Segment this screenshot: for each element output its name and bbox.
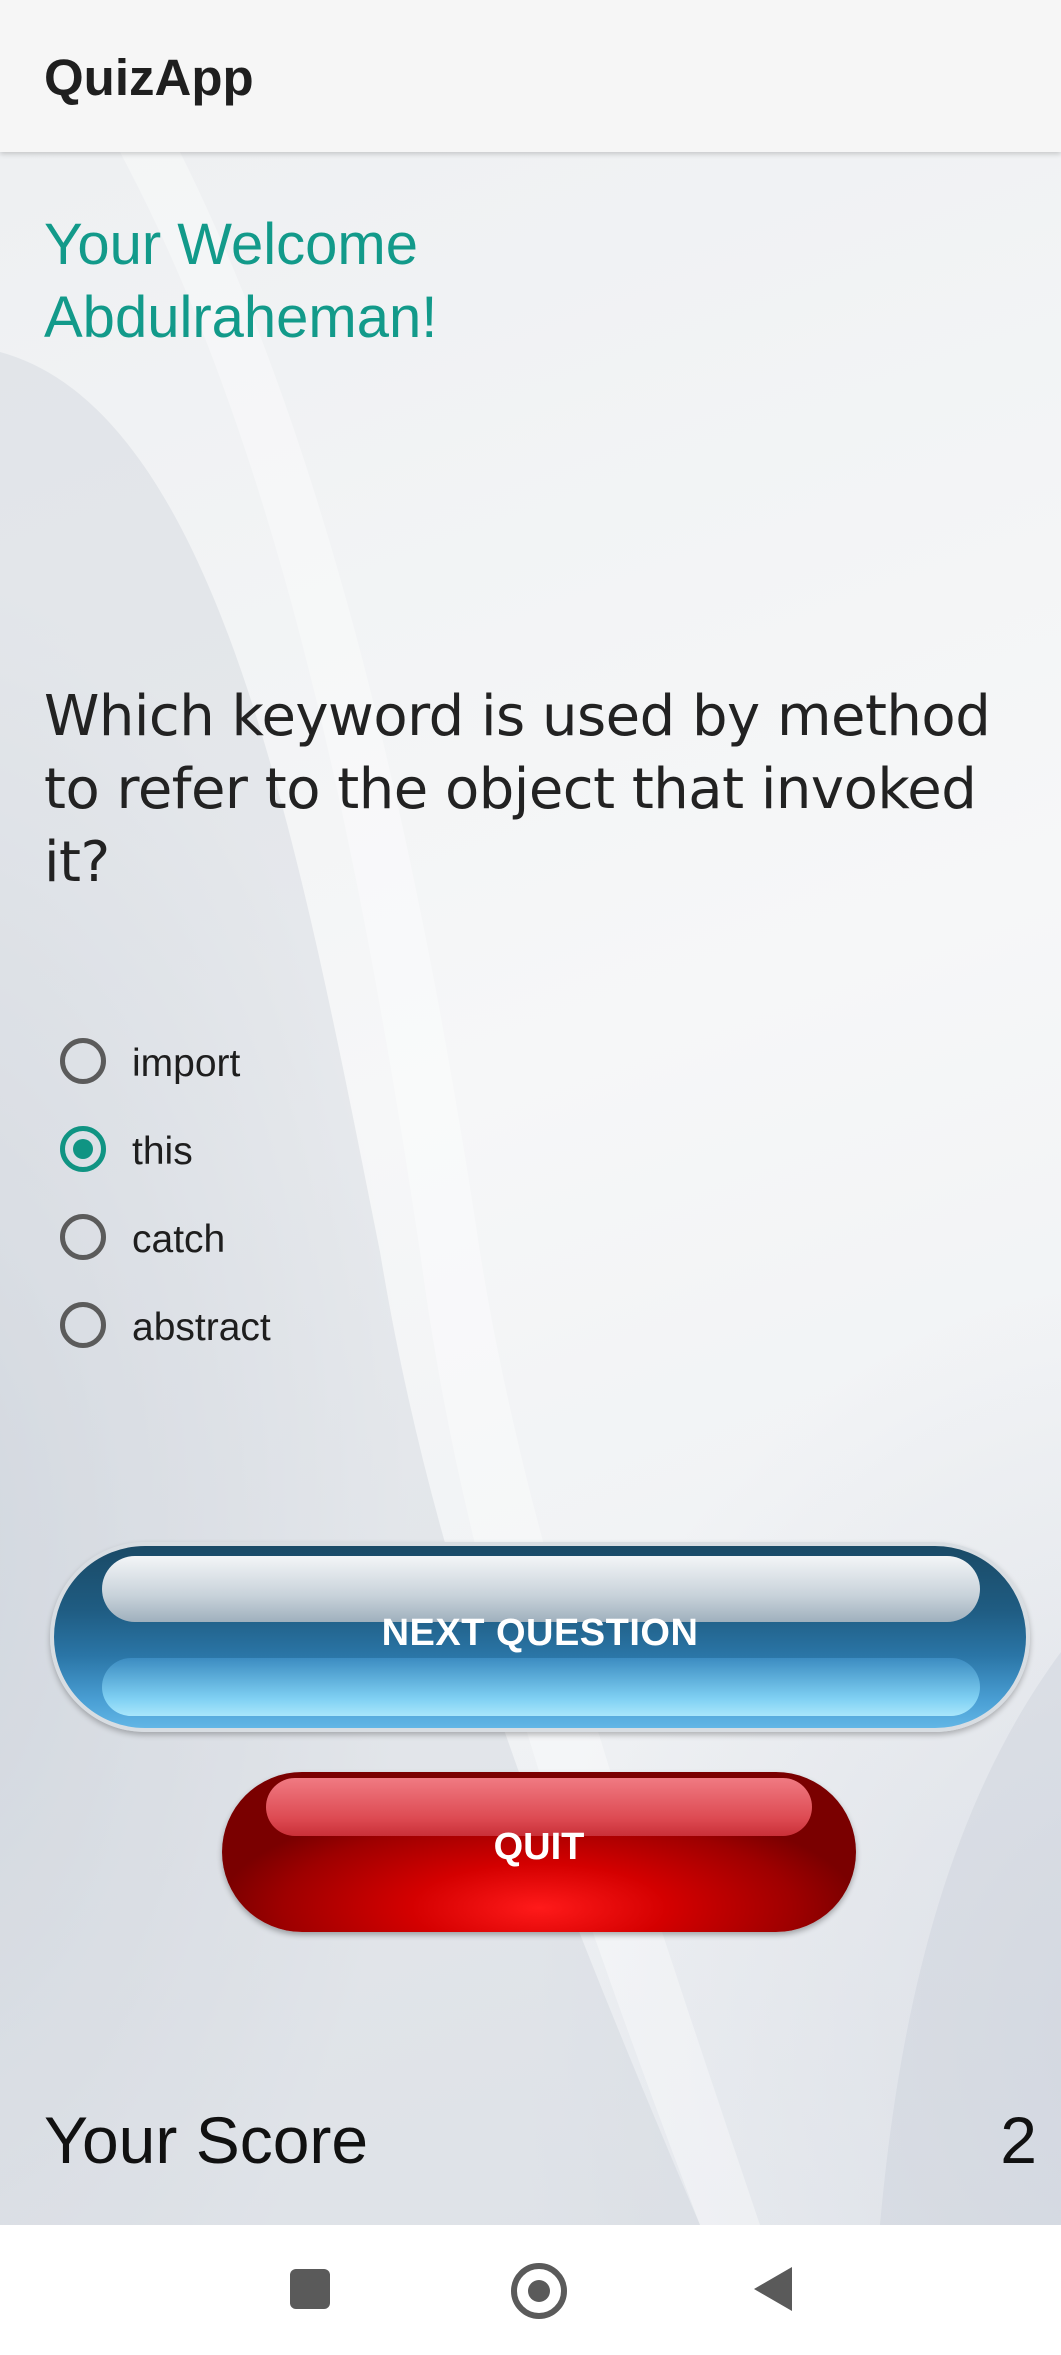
radio-unchecked-icon[interactable] [60, 1302, 106, 1348]
home-button[interactable] [474, 2225, 604, 2355]
score-value: 2 [1000, 2103, 1037, 2177]
square-recents-icon [290, 2269, 330, 2309]
button-glow [102, 1658, 980, 1716]
score-label: Your Score [44, 2103, 369, 2177]
question-text: Which keyword is used by method to refer… [44, 684, 991, 895]
quiz-screen: Your Welcome Abdulraheman! Which keyword… [0, 152, 1061, 2225]
option-abstract[interactable]: abstract [58, 1292, 458, 1372]
quit-button[interactable]: QUIT [222, 1772, 856, 1932]
option-label: catch [132, 1218, 226, 1261]
radio-unchecked-icon[interactable] [60, 1214, 106, 1260]
radio-checked-icon[interactable] [60, 1126, 106, 1172]
radio-dot [73, 1139, 93, 1159]
next-question-label: NEXT QUESTION [381, 1612, 699, 1654]
option-import[interactable]: import [58, 1028, 458, 1108]
option-this[interactable]: this [58, 1116, 458, 1196]
app-bar: QuizApp [0, 0, 1061, 152]
circle-home-icon [511, 2263, 567, 2319]
option-label: import [132, 1042, 241, 1085]
option-label: this [132, 1130, 193, 1173]
radio-unchecked-icon[interactable] [60, 1038, 106, 1084]
welcome-message: Your Welcome Abdulraheman! [44, 208, 644, 354]
quit-label: QUIT [493, 1826, 585, 1868]
next-question-button[interactable]: NEXT QUESTION [50, 1542, 1030, 1732]
system-navigation-bar [0, 2225, 1061, 2355]
app-title: QuizApp [44, 49, 254, 106]
recents-button[interactable] [241, 2225, 371, 2355]
welcome-username: Abdulraheman! [44, 285, 438, 350]
triangle-back-icon [754, 2267, 792, 2311]
welcome-line-1: Your Welcome [44, 212, 418, 277]
home-icon-dot [528, 2280, 550, 2302]
option-label: abstract [132, 1306, 271, 1349]
option-catch[interactable]: catch [58, 1204, 458, 1284]
back-button[interactable] [706, 2225, 836, 2355]
